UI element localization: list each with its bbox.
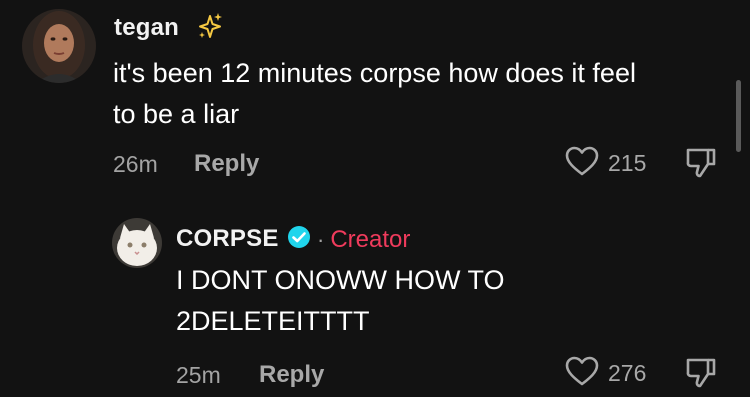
verified-badge-icon	[287, 225, 311, 254]
like-button[interactable]: 276	[564, 355, 646, 392]
separator-dot: ·	[317, 226, 325, 252]
reply-text-line: I DONT ONOWW HOW TO	[176, 265, 505, 295]
creator-label: Creator	[330, 225, 411, 253]
dislike-button[interactable]	[684, 356, 718, 395]
avatar[interactable]	[112, 218, 162, 268]
comment-text-line: to be a liar	[113, 99, 240, 129]
comment-text-line: it's been 12 minutes corpse how does it …	[113, 58, 636, 88]
thumbs-down-icon[interactable]	[684, 358, 718, 394]
thumbs-down-icon[interactable]	[684, 148, 718, 184]
reply-text-line: 2DELETEITTTT	[176, 306, 370, 336]
comment-text: it's been 12 minutes corpse how does it …	[113, 53, 636, 135]
like-button[interactable]: 215	[564, 145, 646, 182]
like-count: 215	[608, 150, 647, 176]
comment-username[interactable]: tegan	[114, 14, 179, 42]
creator-tag: · Creator	[287, 225, 410, 254]
like-count: 276	[608, 360, 647, 386]
comment-timestamp: 26m	[113, 151, 158, 177]
heart-icon[interactable]	[564, 145, 600, 182]
reply-button[interactable]: Reply	[194, 150, 259, 178]
reply-button[interactable]: Reply	[259, 361, 324, 389]
reply-text: I DONT ONOWW HOW TO 2DELETEITTTT	[176, 260, 504, 342]
dislike-button[interactable]	[684, 146, 718, 185]
heart-icon[interactable]	[564, 355, 600, 392]
sparkles-icon	[196, 12, 224, 47]
scrollbar[interactable]	[736, 80, 741, 152]
reply-timestamp: 25m	[176, 362, 221, 388]
reply-username[interactable]: CORPSE	[176, 225, 279, 253]
avatar[interactable]	[22, 9, 96, 83]
